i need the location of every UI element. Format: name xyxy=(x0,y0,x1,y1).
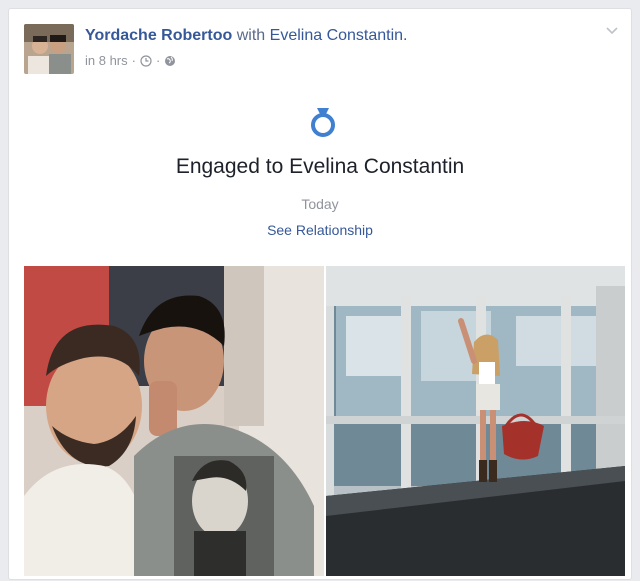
event-title: Engaged to Evelina Constantin xyxy=(175,155,465,178)
post-time[interactable]: in 8 hrs xyxy=(85,53,128,68)
tagged-person[interactable]: Evelina Constantin. xyxy=(270,27,408,44)
airport-photo[interactable] xyxy=(326,266,625,576)
life-event-post: Yordache Robertoo with Evelina Constanti… xyxy=(8,8,632,580)
author-name[interactable]: Yordache Robertoo xyxy=(85,27,232,44)
globe-icon[interactable] xyxy=(164,55,176,67)
post-meta: in 8 hrs · · xyxy=(85,53,176,68)
with-text: with xyxy=(236,27,266,44)
clock-icon xyxy=(140,54,152,67)
chevron-down-icon[interactable] xyxy=(605,23,619,37)
author-avatar[interactable] xyxy=(24,24,74,74)
separator: · xyxy=(155,53,161,68)
ring-icon xyxy=(306,105,340,139)
selfie-photo[interactable] xyxy=(24,266,324,576)
see-relationship-link[interactable]: See Relationship xyxy=(9,222,631,238)
event-date: Today xyxy=(301,196,339,212)
separator: · xyxy=(131,53,136,68)
post-header: Yordache Robertoo with Evelina Constanti… xyxy=(85,27,408,45)
